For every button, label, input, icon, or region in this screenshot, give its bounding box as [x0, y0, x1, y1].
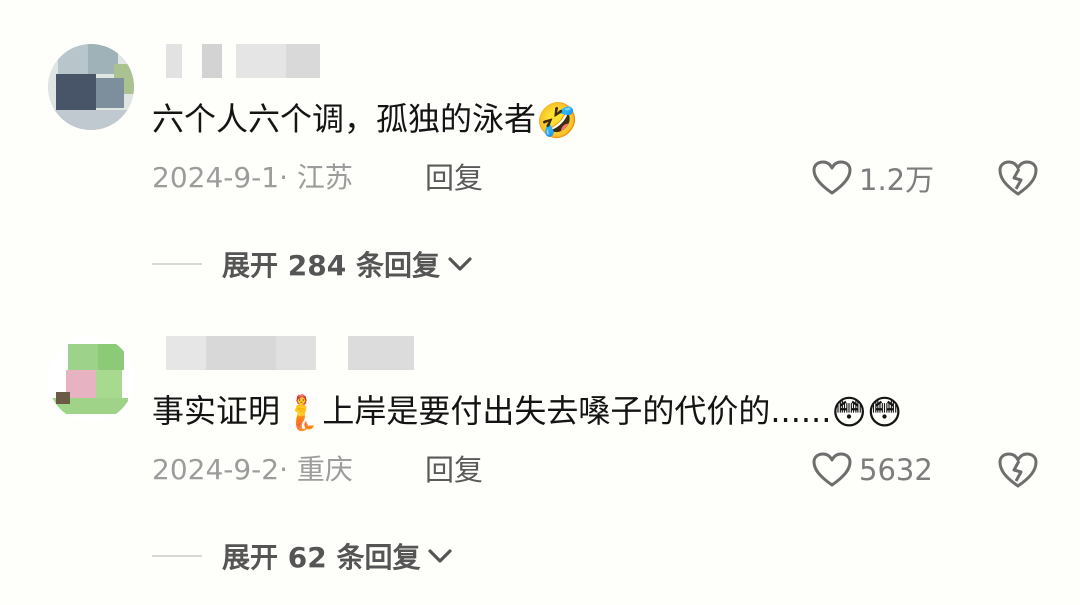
comment-location: 重庆: [296, 453, 353, 486]
divider: [152, 555, 202, 557]
comment-item: 事实证明🧜上岸是要付出失去嗓子的代价的......😳😳 2024-9-2· 重庆…: [0, 292, 1080, 582]
expand-replies-button[interactable]: 展开 62 条回复: [152, 536, 454, 576]
avatar[interactable]: [48, 336, 134, 422]
comment-text: 六个人六个调，孤独的泳者🤣: [152, 100, 579, 141]
broken-heart-icon[interactable]: [997, 158, 1039, 198]
heart-outline-icon: [812, 160, 852, 195]
reply-button[interactable]: 回复: [425, 156, 483, 200]
like-count: 1.2万: [859, 163, 935, 197]
username-redacted[interactable]: [166, 336, 426, 370]
like-count: 5632: [859, 453, 933, 487]
expand-replies-button[interactable]: 展开 284 条回复: [152, 244, 474, 284]
avatar[interactable]: [48, 44, 134, 130]
laughing-crying-face-icon: 🤣: [536, 101, 579, 141]
like-button[interactable]: 5632: [811, 448, 933, 492]
expand-replies-label: 展开 284 条回复: [222, 249, 440, 282]
comment-item: 六个人六个调，孤独的泳者🤣 2024-9-1· 江苏 回复 1.2万 展开 28…: [0, 0, 1080, 290]
heart-outline-icon: [812, 452, 852, 487]
comment-date: 2024-9-2: [152, 453, 280, 486]
dizzy-eyes-face-icon: 😳: [866, 393, 903, 433]
like-button[interactable]: 1.2万: [811, 156, 934, 200]
broken-heart-icon[interactable]: [997, 450, 1039, 490]
comment-meta: 2024-9-1· 江苏: [152, 161, 353, 194]
chevron-down-icon: [428, 549, 453, 563]
dizzy-eyes-face-icon: 😳: [831, 393, 867, 433]
expand-replies-label: 展开 62 条回复: [222, 541, 421, 574]
merperson-icon: 🧜: [280, 393, 323, 433]
comment-text: 事实证明🧜上岸是要付出失去嗓子的代价的......😳😳: [152, 392, 903, 433]
comment-date: 2024-9-1: [152, 161, 280, 194]
divider: [152, 263, 202, 265]
username-redacted[interactable]: [166, 44, 321, 78]
comment-meta: 2024-9-2· 重庆: [152, 453, 353, 486]
reply-button[interactable]: 回复: [425, 448, 483, 492]
chevron-down-icon: [448, 257, 472, 271]
comment-location: 江苏: [296, 161, 353, 194]
